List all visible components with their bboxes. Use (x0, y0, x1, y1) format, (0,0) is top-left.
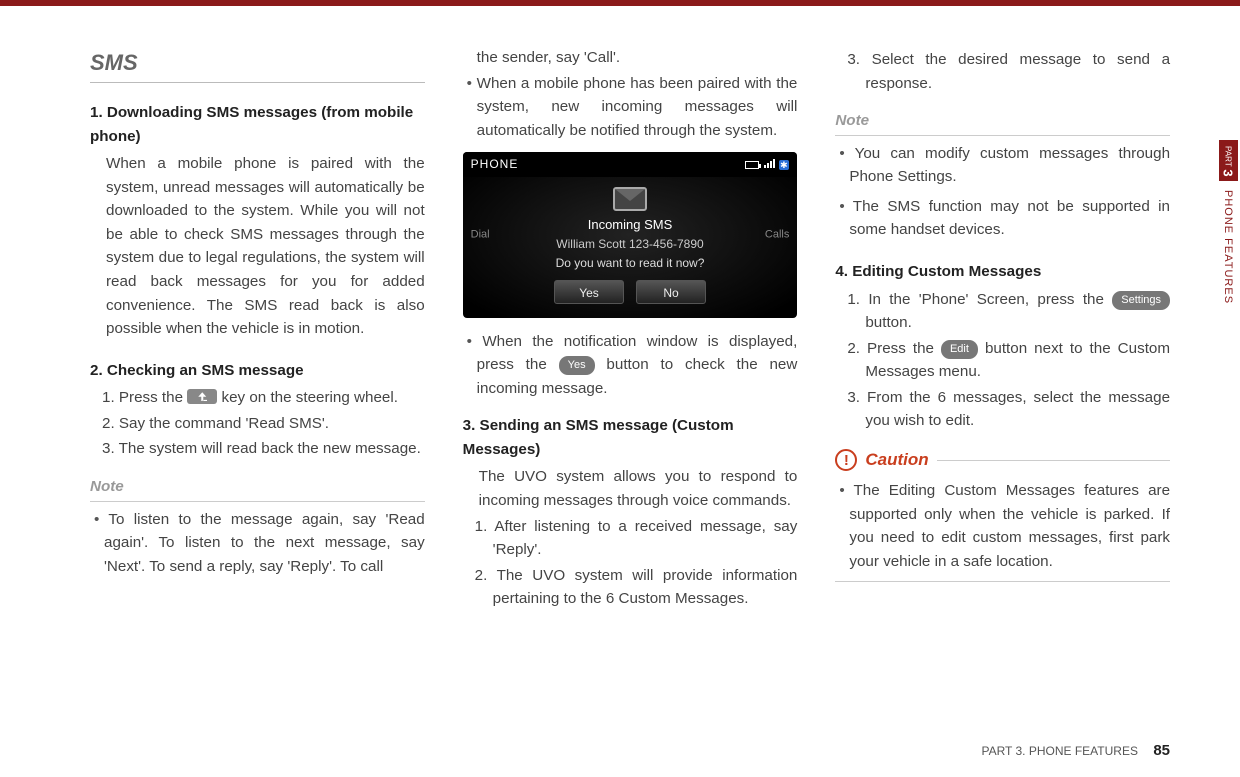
footer-text: PART 3. PHONE FEATURES (981, 744, 1137, 758)
para-uvo-respond: The UVO system allows you to respond to … (463, 465, 798, 512)
side-part-badge: PART 3 (1219, 140, 1238, 181)
step-press-settings: 1. In the 'Phone' Screen, press the Sett… (835, 288, 1170, 335)
step-select-edit-msg: 3. From the 6 messages, select the messa… (835, 386, 1170, 433)
step-say-read-sms: 2. Say the command 'Read SMS'. (90, 412, 425, 436)
battery-icon (745, 161, 759, 169)
heading-check-sms: 2. Checking an SMS message (90, 359, 425, 383)
note-bullet-support: The SMS function may not be supported in… (835, 195, 1170, 242)
bullet-paired-notify: When a mobile phone has been paired with… (463, 72, 798, 143)
phone-line2: William Scott 123-456-7890 (463, 235, 798, 254)
phone-yes-button[interactable]: Yes (554, 280, 624, 304)
caution-label: Caution (865, 447, 928, 473)
step-press-edit-a: 2. Press the (847, 340, 941, 357)
phone-no-button[interactable]: No (636, 280, 706, 304)
caution-icon: ! (835, 449, 857, 471)
side-section-label: PHONE FEATURES (1222, 190, 1234, 304)
step-press-key-a: 1. Press the (102, 389, 187, 406)
phone-status-icons: ✱ (745, 155, 789, 174)
page-content: SMS 1. Downloading SMS messages (from mo… (0, 6, 1240, 643)
caution-end-rule (835, 581, 1170, 582)
phone-title: PHONE (471, 155, 519, 174)
note-heading-1: Note (90, 475, 425, 502)
heading-edit-custom: 4. Editing Custom Messages (835, 260, 1170, 284)
signal-icon (763, 155, 775, 174)
caution-heading: ! Caution (835, 447, 1170, 473)
heading-download-sms: 1. Downloading SMS messages (from mobile… (90, 101, 425, 148)
steering-key-icon (187, 389, 217, 404)
bullet-press-yes: When the notification window is displaye… (463, 330, 798, 401)
footer-page-number: 85 (1153, 742, 1170, 759)
caution-rule (937, 460, 1170, 461)
yes-button-badge: Yes (559, 356, 595, 375)
note-bullet-modify: You can modify custom messages through P… (835, 142, 1170, 189)
step-uvo-info: 2. The UVO system will provide informati… (463, 564, 798, 611)
step-say-reply: 1. After listening to a received message… (463, 515, 798, 562)
phone-right-label: Calls (765, 226, 789, 243)
phone-screenshot: PHONE ✱ Dial Calls Incoming SMS William … (463, 152, 798, 317)
step-press-settings-b: button. (865, 314, 911, 331)
envelope-icon (613, 187, 647, 211)
phone-popup: Incoming SMS William Scott 123-456-7890 … (463, 177, 798, 304)
edit-button-badge: Edit (941, 340, 978, 359)
column-1: SMS 1. Downloading SMS messages (from mo… (90, 46, 425, 613)
section-title: SMS (90, 46, 425, 83)
para-sender-call: the sender, say 'Call'. (463, 46, 798, 70)
bluetooth-icon: ✱ (779, 160, 789, 170)
settings-button-badge: Settings (1112, 291, 1170, 310)
step-readback: 3. The system will read back the new mes… (90, 437, 425, 461)
step-press-settings-a: 1. In the 'Phone' Screen, press the (847, 291, 1112, 308)
step-select-message: 3. Select the desired message to send a … (835, 48, 1170, 95)
page-footer: PART 3. PHONE FEATURES 85 (981, 742, 1170, 759)
phone-line3: Do you want to read it now? (463, 254, 798, 273)
step-press-key-b: key on the steering wheel. (217, 389, 398, 406)
note-heading-2: Note (835, 109, 1170, 136)
heading-send-sms: 3. Sending an SMS message (Custom Messag… (463, 414, 798, 461)
column-3: 3. Select the desired message to send a … (835, 46, 1170, 613)
step-press-key: 1. Press the key on the steering wheel. (90, 386, 425, 410)
side-part-word: PART (1224, 146, 1233, 167)
side-part-num: 3 (1221, 169, 1236, 176)
side-tab: PART 3 PHONE FEATURES (1216, 140, 1240, 309)
note-bullet-1: To listen to the message again, say 'Rea… (90, 508, 425, 579)
step-press-edit: 2. Press the Edit button next to the Cus… (835, 337, 1170, 384)
phone-left-label: Dial (471, 226, 490, 243)
column-2: the sender, say 'Call'. When a mobile ph… (463, 46, 798, 613)
phone-line1: Incoming SMS (463, 215, 798, 235)
phone-statusbar: PHONE ✱ (463, 152, 798, 177)
caution-bullet: The Editing Custom Messages features are… (835, 479, 1170, 573)
para-download-sms: When a mobile phone is paired with the s… (90, 152, 425, 341)
